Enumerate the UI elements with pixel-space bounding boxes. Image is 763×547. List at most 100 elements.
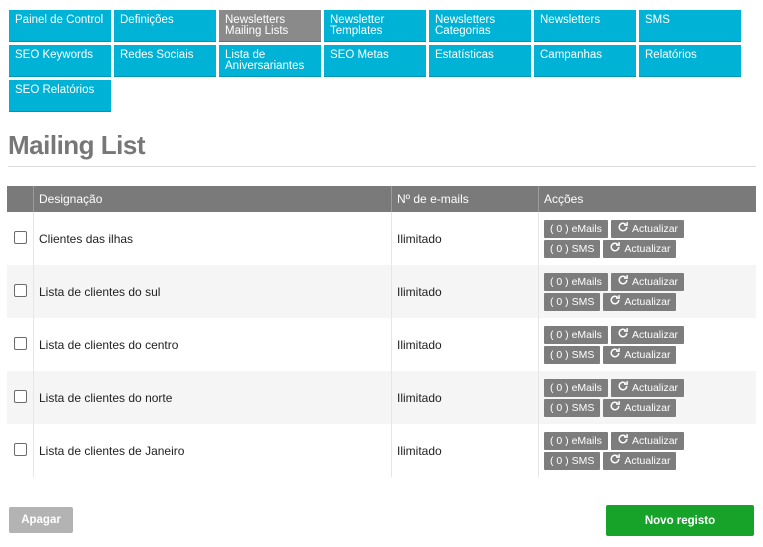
row-checkbox[interactable] <box>13 230 27 244</box>
update-label: Actualizar <box>631 434 679 447</box>
nav-tile-2[interactable]: Newsletters Mailing Lists <box>219 10 321 42</box>
refresh-icon <box>617 221 629 236</box>
table-body: Clientes das ilhas Ilimitado( 0 ) eMails A… <box>7 212 756 477</box>
row-name: Clientes das ilhas <box>33 212 392 265</box>
row-email-count: Ilimitado <box>391 265 539 318</box>
nav-tile-8[interactable]: Redes Sociais <box>114 45 216 77</box>
row-select-cell <box>7 318 34 371</box>
nav-tile-5[interactable]: Newsletters <box>534 10 636 42</box>
table-row: Lista de clientes do norte Ilimitado ( 0 )… <box>7 371 756 424</box>
update-sms-button[interactable]: Actualizar <box>603 345 677 364</box>
delete-button[interactable]: Apagar <box>9 507 73 533</box>
update-label: Actualizar <box>631 275 679 288</box>
emails-button[interactable]: ( 0 ) eMails <box>544 219 608 238</box>
nav-tile-0[interactable]: Painel de Control <box>9 10 111 42</box>
nav-tile-9[interactable]: Lista de Aniversariantes <box>219 45 321 77</box>
update-sms-button[interactable]: Actualizar <box>603 398 677 417</box>
nav-tile-3[interactable]: Newsletter Templates <box>324 10 426 42</box>
row-select-cell <box>7 424 34 477</box>
header-select <box>7 186 34 212</box>
sms-button[interactable]: ( 0 ) SMS <box>544 451 601 470</box>
table-row: Lista de clientes do sul Ilimitado ( 0 ) e… <box>7 265 756 318</box>
refresh-icon <box>617 327 629 342</box>
update-label: Actualizar <box>624 454 671 467</box>
action-row-emails: ( 0 ) eMails Actualizar <box>544 325 751 344</box>
row-email-count: Ilimitado <box>391 424 539 477</box>
emails-button[interactable]: ( 0 ) eMails <box>544 431 608 450</box>
nav-tile-7[interactable]: SEO Keywords <box>9 45 111 77</box>
nav-grid: Painel de Control Definições Newsletters M… <box>9 10 749 112</box>
row-email-count: Ilimitado <box>391 318 539 371</box>
refresh-icon <box>609 241 621 256</box>
update-emails-button[interactable]: Actualizar <box>610 325 685 344</box>
nav-tile-11[interactable]: Estatísticas <box>429 45 531 77</box>
row-actions: ( 0 ) eMails Actualizar ( 0 ) SMS Actualiza… <box>539 424 757 477</box>
new-record-button[interactable]: Novo registo <box>606 505 754 536</box>
update-label: Actualizar <box>624 242 671 255</box>
update-sms-button[interactable]: Actualizar <box>603 239 677 258</box>
nav-tile-1[interactable]: Definições <box>114 10 216 42</box>
sms-button[interactable]: ( 0 ) SMS <box>544 292 601 311</box>
update-label: Actualizar <box>631 328 679 341</box>
row-actions: ( 0 ) eMails Actualizar ( 0 ) SMS Actualiza… <box>539 318 757 371</box>
update-sms-button[interactable]: Actualizar <box>603 292 677 311</box>
action-row-sms: ( 0 ) SMS Actualizar <box>544 345 751 364</box>
emails-button[interactable]: ( 0 ) eMails <box>544 272 608 291</box>
refresh-icon <box>617 274 629 289</box>
emails-label: ( 0 ) eMails <box>550 275 602 288</box>
action-row-sms: ( 0 ) SMS Actualizar <box>544 451 751 470</box>
title-divider <box>8 166 756 167</box>
update-sms-button[interactable]: Actualizar <box>603 451 677 470</box>
header-email-count: Nº de e-mails <box>391 186 539 212</box>
action-row-emails: ( 0 ) eMails Actualizar <box>544 219 751 238</box>
update-label: Actualizar <box>631 381 679 394</box>
nav-tile-4[interactable]: Newsletters Categorias <box>429 10 531 42</box>
nav-tile-12[interactable]: Campanhas <box>534 45 636 77</box>
row-select-cell <box>7 265 34 318</box>
update-label: Actualizar <box>624 348 671 361</box>
table-row: Clientes das ilhas Ilimitado ( 0 ) eMails A… <box>7 212 756 265</box>
refresh-icon <box>609 400 621 415</box>
sms-button[interactable]: ( 0 ) SMS <box>544 398 601 417</box>
row-select-cell <box>7 212 34 265</box>
nav-tile-10[interactable]: SEO Metas <box>324 45 426 77</box>
refresh-icon <box>617 380 629 395</box>
row-email-count: Ilimitado <box>391 371 539 424</box>
refresh-icon <box>617 433 629 448</box>
action-row-emails: ( 0 ) eMails Actualizar <box>544 272 751 291</box>
row-checkbox[interactable] <box>13 336 27 350</box>
emails-button[interactable]: ( 0 ) eMails <box>544 325 608 344</box>
nav-tile-14[interactable]: SEO Relatórios <box>9 80 111 112</box>
action-row-sms: ( 0 ) SMS Actualizar <box>544 292 751 311</box>
update-emails-button[interactable]: Actualizar <box>610 219 685 238</box>
row-checkbox[interactable] <box>13 442 27 456</box>
sms-label: ( 0 ) SMS <box>550 348 595 361</box>
row-checkbox[interactable] <box>13 389 27 403</box>
update-label: Actualizar <box>624 295 671 308</box>
row-select-cell <box>7 371 34 424</box>
page-title: Mailing List <box>8 130 146 160</box>
row-actions: ( 0 ) eMails Actualizar ( 0 ) SMS Actualiza… <box>539 212 757 265</box>
sms-button[interactable]: ( 0 ) SMS <box>544 239 601 258</box>
action-row-sms: ( 0 ) SMS Actualizar <box>544 239 751 258</box>
nav-tile-13[interactable]: Relatórios <box>639 45 741 77</box>
update-emails-button[interactable]: Actualizar <box>610 431 685 450</box>
update-emails-button[interactable]: Actualizar <box>610 378 685 397</box>
update-label: Actualizar <box>624 401 671 414</box>
update-emails-button[interactable]: Actualizar <box>610 272 685 291</box>
table-row: Lista de clientes de Janeiro Ilimitado ( 0… <box>7 424 756 477</box>
emails-label: ( 0 ) eMails <box>550 434 602 447</box>
emails-button[interactable]: ( 0 ) eMails <box>544 378 608 397</box>
row-name: Lista de clientes do norte <box>33 371 392 424</box>
sms-label: ( 0 ) SMS <box>550 242 595 255</box>
action-row-sms: ( 0 ) SMS Actualizar <box>544 398 751 417</box>
table-header-row: Designação Nº de e-mails Acções <box>7 186 756 212</box>
sms-button[interactable]: ( 0 ) SMS <box>544 345 601 364</box>
mailing-list-table: Designação Nº de e-mails Acções Clientes… <box>7 186 756 477</box>
row-email-count: Ilimitado <box>391 212 539 265</box>
row-checkbox[interactable] <box>13 283 27 297</box>
nav-tile-6[interactable]: SMS <box>639 10 741 42</box>
row-actions: ( 0 ) eMails Actualizar ( 0 ) SMS Actualiza… <box>538 265 756 318</box>
sms-label: ( 0 ) SMS <box>550 295 595 308</box>
header-designacao: Designação <box>33 186 392 212</box>
